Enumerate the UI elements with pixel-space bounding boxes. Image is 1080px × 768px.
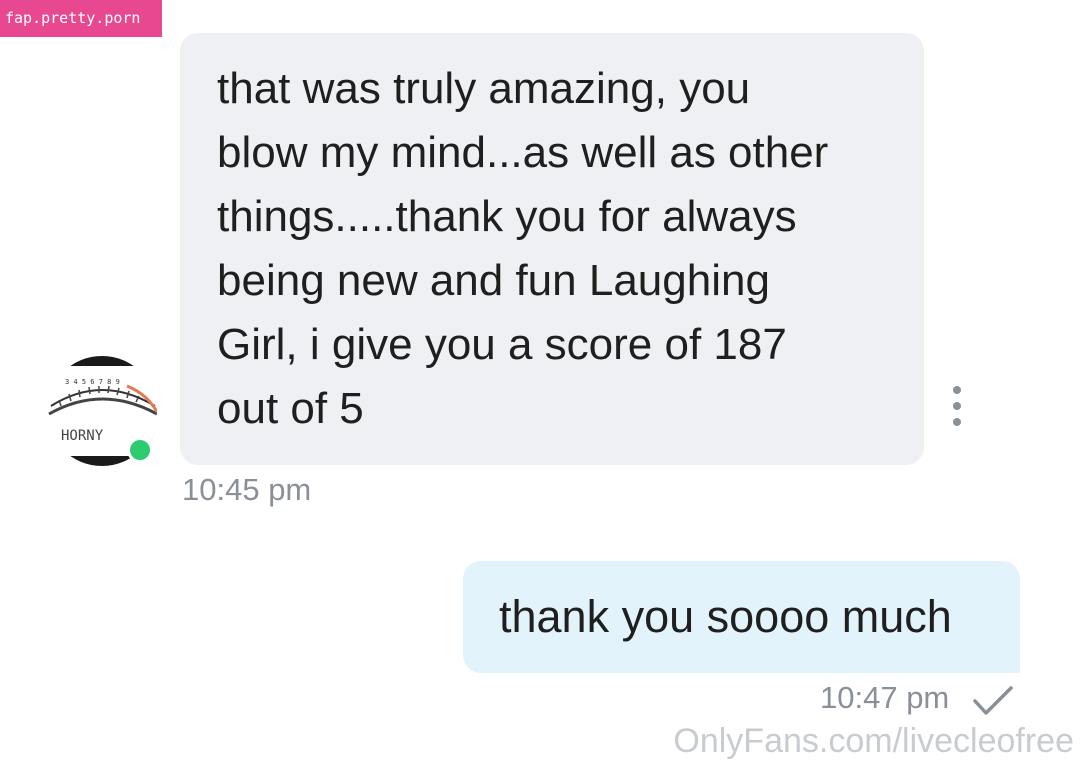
incoming-message-time: 10:45 pm (182, 472, 312, 507)
chat-screen: fap.pretty.porn 3 4 5 6 7 8 9 HORNY that… (0, 0, 1080, 768)
watermark: OnlyFans.com/livecleofree (673, 722, 1074, 760)
site-badge: fap.pretty.porn (0, 0, 162, 37)
menu-dot (953, 418, 961, 426)
outgoing-message-bubble[interactable]: thank you soooo much (463, 561, 1020, 673)
check-icon (973, 686, 1013, 715)
incoming-message-text: that was truly amazing, you blow my mind… (217, 64, 829, 433)
incoming-message-bubble[interactable]: that was truly amazing, you blow my mind… (180, 33, 924, 465)
svg-text:3 4 5 6 7 8 9: 3 4 5 6 7 8 9 (65, 378, 120, 386)
more-vertical-icon[interactable] (946, 386, 968, 426)
outgoing-message-text: thank you soooo much (499, 591, 952, 642)
menu-dot (953, 386, 961, 394)
avatar-label: HORNY (61, 428, 104, 444)
outgoing-message-time: 10:47 pm (820, 680, 950, 715)
menu-dot (953, 402, 961, 410)
online-status-indicator (127, 437, 153, 463)
